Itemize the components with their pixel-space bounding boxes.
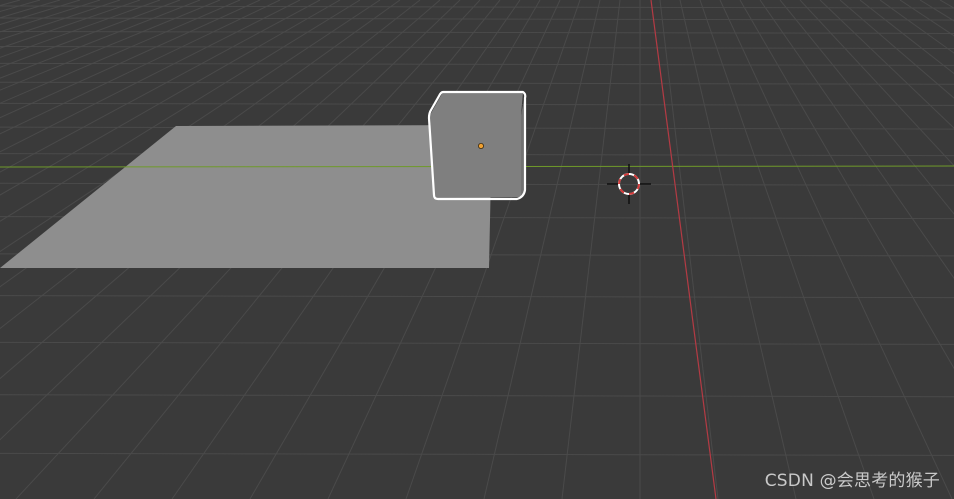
grid-line (699, 0, 875, 499)
grid-line (779, 0, 954, 215)
cube-top-face (430, 92, 523, 115)
3d-cursor-icon[interactable] (607, 164, 651, 204)
grid-line (659, 0, 719, 499)
grid-line (561, 0, 621, 499)
cube-front-face (430, 115, 521, 198)
watermark-text: CSDN @会思考的猴子 (764, 471, 940, 491)
grid-line (0, 81, 954, 85)
grid-line (0, 341, 954, 345)
grid-line (739, 0, 954, 370)
cube-mesh[interactable] (427, 90, 527, 201)
object-origin-dot[interactable] (477, 142, 484, 149)
y-axis-line (650, 0, 717, 499)
grid-line (0, 5, 954, 9)
grid-line (0, 452, 954, 456)
grid-line (919, 0, 954, 22)
3d-viewport[interactable]: CSDN @会思考的猴子 (0, 0, 954, 499)
grid-line (0, 45, 954, 49)
grid-line (679, 0, 797, 499)
plane-mesh[interactable] (0, 125, 492, 268)
grid-line (0, 30, 954, 34)
grid-line (859, 0, 954, 75)
grid-line (799, 0, 954, 167)
grid-line (759, 0, 954, 280)
grid-line (0, 17, 954, 21)
grid-line (939, 0, 954, 9)
grid-line (839, 0, 954, 99)
grid-line (719, 0, 953, 499)
grid-line (0, 394, 954, 398)
viewport-canvas[interactable] (0, 0, 954, 499)
grid-line (483, 0, 601, 499)
